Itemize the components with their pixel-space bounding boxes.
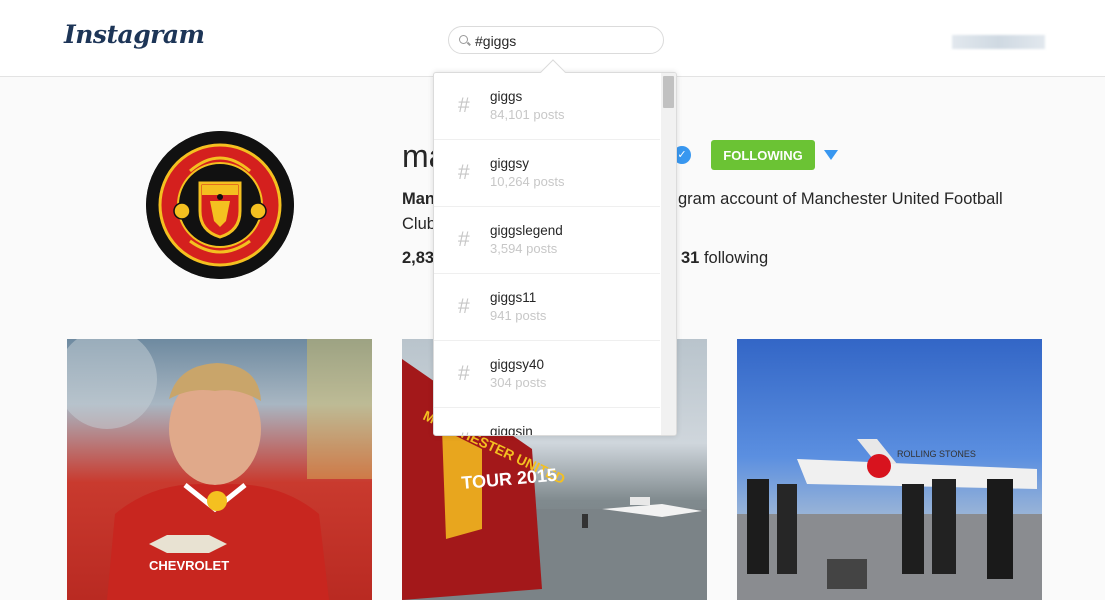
search-results-dropdown: # giggs 84,101 posts # giggsy 10,264 pos…: [433, 72, 677, 436]
search-box[interactable]: [448, 26, 664, 54]
hashtag-name: giggslegend: [490, 223, 563, 238]
hashtag-icon: #: [458, 429, 470, 435]
search-result-item[interactable]: # giggsy40 304 posts: [434, 341, 660, 408]
hashtag-icon: #: [458, 362, 470, 385]
search-input[interactable]: [475, 31, 655, 51]
following-label: following: [703, 249, 769, 267]
instagram-logo[interactable]: Instagram: [64, 20, 205, 49]
hashtag-name: giggs: [490, 89, 523, 104]
post-thumbnail[interactable]: ROLLING STONES: [737, 339, 1042, 600]
follow-options-caret-icon[interactable]: [824, 150, 838, 160]
manchester-united-crest-icon: [146, 131, 294, 279]
bio-text-line2: Club: [402, 215, 436, 233]
plane-livery-text: ROLLING STONES: [897, 449, 976, 459]
hashtag-name: giggsy: [490, 156, 530, 171]
hashtag-post-count: 3,594 posts: [490, 241, 558, 256]
search-result-item[interactable]: # giggsy 10,264 posts: [434, 140, 660, 207]
post-image-team-plane: ROLLING STONES: [737, 439, 1042, 600]
profile-avatar: [146, 131, 294, 279]
hashtag-icon: #: [458, 228, 470, 251]
following-stat[interactable]: 31 following: [681, 249, 768, 268]
bio-name: Man: [402, 190, 435, 208]
dropdown-scrollbar[interactable]: [661, 73, 676, 435]
hashtag-name: giggsy40: [490, 357, 545, 372]
search-result-item[interactable]: # giggs 84,101 posts: [434, 73, 660, 140]
hashtag-post-count: 304 posts: [490, 375, 547, 390]
following-button[interactable]: FOLLOWING: [711, 140, 815, 170]
hashtag-icon: #: [458, 161, 470, 184]
post-thumbnail[interactable]: CHEVROLET: [67, 339, 372, 600]
chevrolet-sponsor-text: CHEVROLET: [149, 558, 229, 573]
search-result-item[interactable]: # giggs11 941 posts: [434, 274, 660, 341]
profile-link-blurred[interactable]: [952, 35, 1045, 49]
search-icon: [459, 35, 468, 44]
scrollbar-thumb[interactable]: [663, 76, 674, 108]
hashtag-post-count: 941 posts: [490, 308, 547, 323]
bio-text: gram account of Manchester United Footba…: [678, 190, 1003, 208]
hashtag-icon: #: [458, 94, 470, 117]
search-result-item[interactable]: # giggslegend 3,594 posts: [434, 207, 660, 274]
hashtag-name: giggs11: [490, 290, 537, 305]
search-result-item[interactable]: # giggsin: [434, 408, 660, 436]
search-results-list: # giggs 84,101 posts # giggsy 10,264 pos…: [434, 73, 660, 436]
hashtag-icon: #: [458, 295, 470, 318]
following-count: 31: [681, 249, 700, 267]
post-image-footballer: CHEVROLET: [67, 339, 372, 600]
hashtag-post-count: 10,264 posts: [490, 174, 565, 189]
hashtag-post-count: 84,101 posts: [490, 107, 565, 122]
hashtag-name: giggsin: [490, 424, 533, 436]
posts-count: 2,83: [402, 249, 435, 267]
